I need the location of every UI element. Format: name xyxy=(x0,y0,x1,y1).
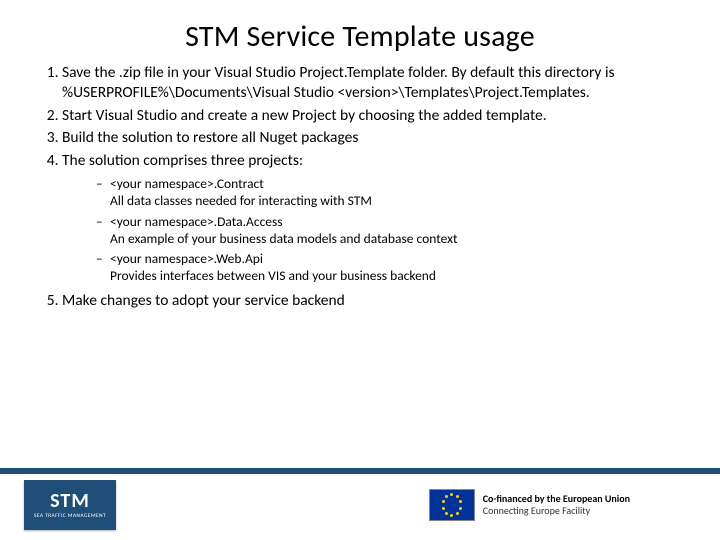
eu-text-line2: Connecting Europe Facility xyxy=(483,505,630,517)
sub-item-desc: Provides interfaces between VIS and your… xyxy=(110,267,680,284)
list-item-text: The solution comprises three projects: xyxy=(62,151,303,170)
sub-item-head: <your namespace>.Contract xyxy=(110,175,264,192)
slide-footer: STM SEA TRAFFIC MANAGEMENT xyxy=(0,468,720,540)
stm-logo-text: STM xyxy=(50,491,90,511)
list-item: Build the solution to restore all Nuget … xyxy=(62,128,680,148)
list-item: Start Visual Studio and create a new Pro… xyxy=(62,106,680,126)
slide-title: STM Service Template usage xyxy=(0,0,720,63)
sub-item-head: <your namespace>.Data.Access xyxy=(110,213,283,230)
eu-text: Co-financed by the European Union Connec… xyxy=(483,493,630,517)
list-item: Save the .zip file in your Visual Studio… xyxy=(62,63,680,103)
stm-logo-subtext: SEA TRAFFIC MANAGEMENT xyxy=(34,513,106,519)
sub-list-item: <your namespace>.Web.Api Provides interf… xyxy=(96,250,680,285)
sub-list: <your namespace>.Contract All data class… xyxy=(62,175,680,285)
slide-body: Save the .zip file in your Visual Studio… xyxy=(0,63,720,311)
numbered-list: Save the .zip file in your Visual Studio… xyxy=(28,63,680,311)
sub-item-desc: An example of your business data models … xyxy=(110,230,680,247)
list-item: Make changes to adopt your service backe… xyxy=(62,291,680,311)
sub-list-item: <your namespace>.Data.Access An example … xyxy=(96,213,680,248)
sub-item-desc: All data classes needed for interacting … xyxy=(110,192,680,209)
eu-flag-icon xyxy=(429,489,475,521)
eu-cofinance: Co-financed by the European Union Connec… xyxy=(429,489,630,521)
sub-item-head: <your namespace>.Web.Api xyxy=(110,250,263,267)
stm-logo: STM SEA TRAFFIC MANAGEMENT xyxy=(24,480,116,530)
list-item: The solution comprises three projects: <… xyxy=(62,151,680,284)
sub-list-item: <your namespace>.Contract All data class… xyxy=(96,175,680,210)
